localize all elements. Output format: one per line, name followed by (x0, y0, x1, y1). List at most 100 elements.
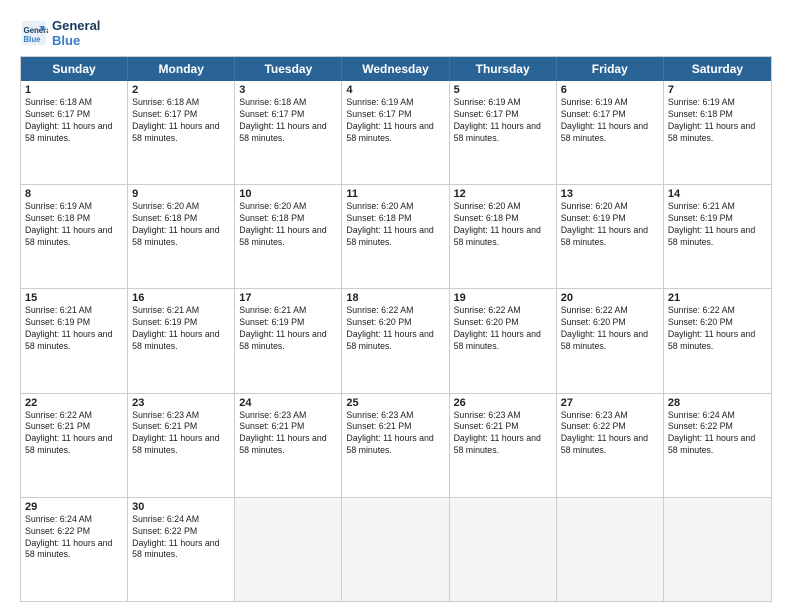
header-day-friday: Friday (557, 57, 664, 81)
calendar-cell: 12Sunrise: 6:20 AM Sunset: 6:18 PM Dayli… (450, 185, 557, 288)
day-number: 7 (668, 84, 767, 96)
day-number: 26 (454, 397, 552, 409)
calendar-cell: 28Sunrise: 6:24 AM Sunset: 6:22 PM Dayli… (664, 394, 771, 497)
cell-info: Sunrise: 6:24 AM Sunset: 6:22 PM Dayligh… (132, 514, 230, 562)
header: General Blue General Blue (20, 18, 772, 48)
day-number: 18 (346, 292, 444, 304)
day-number: 13 (561, 188, 659, 200)
cell-info: Sunrise: 6:24 AM Sunset: 6:22 PM Dayligh… (25, 514, 123, 562)
day-number: 10 (239, 188, 337, 200)
calendar-row: 15 Sunrise: 6:21 AM Sunset: 6:19 PM Dayli… (21, 288, 771, 392)
logo: General Blue General Blue (20, 18, 100, 48)
day-number: 22 (25, 397, 123, 409)
cell-info: Sunrise: 6:23 AM Sunset: 6:21 PM Dayligh… (239, 410, 337, 458)
calendar-cell: 30Sunrise: 6:24 AM Sunset: 6:22 PM Dayli… (128, 498, 235, 601)
calendar-cell (450, 498, 557, 601)
calendar-cell: 3Sunrise: 6:18 AM Sunset: 6:17 PM Daylig… (235, 81, 342, 184)
page: General Blue General Blue SundayMondayTu… (0, 0, 792, 612)
header-day-saturday: Saturday (664, 57, 771, 81)
cell-info: Sunrise: 6:23 AM Sunset: 6:22 PM Dayligh… (561, 410, 659, 458)
calendar-body: 1Sunrise: 6:18 AM Sunset: 6:17 PM Daylig… (21, 81, 771, 601)
cell-info: Sunrise: 6:22 AM Sunset: 6:20 PM Dayligh… (346, 305, 444, 353)
day-number: 2 (132, 84, 230, 96)
calendar-cell (342, 498, 449, 601)
cell-info: Sunrise: 6:20 AM Sunset: 6:19 PM Dayligh… (561, 201, 659, 249)
cell-info: Sunrise: 6:22 AM Sunset: 6:20 PM Dayligh… (454, 305, 552, 353)
calendar-row: 8Sunrise: 6:19 AM Sunset: 6:18 PM Daylig… (21, 184, 771, 288)
day-number: 17 (239, 292, 337, 304)
calendar-cell: 23Sunrise: 6:23 AM Sunset: 6:21 PM Dayli… (128, 394, 235, 497)
calendar: SundayMondayTuesdayWednesdayThursdayFrid… (20, 56, 772, 602)
calendar-row: 29Sunrise: 6:24 AM Sunset: 6:22 PM Dayli… (21, 497, 771, 601)
day-number: 4 (346, 84, 444, 96)
calendar-cell: 20Sunrise: 6:22 AM Sunset: 6:20 PM Dayli… (557, 289, 664, 392)
cell-info: Sunrise: 6:20 AM Sunset: 6:18 PM Dayligh… (346, 201, 444, 249)
calendar-cell: 5Sunrise: 6:19 AM Sunset: 6:17 PM Daylig… (450, 81, 557, 184)
header-day-tuesday: Tuesday (235, 57, 342, 81)
cell-info: Sunrise: 6:19 AM Sunset: 6:18 PM Dayligh… (25, 201, 123, 249)
cell-info: Sunrise: 6:22 AM Sunset: 6:20 PM Dayligh… (668, 305, 767, 353)
calendar-cell: 21Sunrise: 6:22 AM Sunset: 6:20 PM Dayli… (664, 289, 771, 392)
logo-text: General Blue (52, 18, 100, 48)
day-number: 1 (25, 84, 123, 96)
cell-info: Sunrise: 6:23 AM Sunset: 6:21 PM Dayligh… (132, 410, 230, 458)
calendar-cell (664, 498, 771, 601)
day-number: 30 (132, 501, 230, 513)
day-number: 23 (132, 397, 230, 409)
cell-info: Sunrise: 6:18 AM Sunset: 6:17 PM Dayligh… (239, 97, 337, 145)
calendar-cell: 19Sunrise: 6:22 AM Sunset: 6:20 PM Dayli… (450, 289, 557, 392)
calendar-header: SundayMondayTuesdayWednesdayThursdayFrid… (21, 57, 771, 81)
calendar-row: 1Sunrise: 6:18 AM Sunset: 6:17 PM Daylig… (21, 81, 771, 184)
cell-info: Sunrise: 6:22 AM Sunset: 6:21 PM Dayligh… (25, 410, 123, 458)
calendar-cell: 9Sunrise: 6:20 AM Sunset: 6:18 PM Daylig… (128, 185, 235, 288)
calendar-cell: 22Sunrise: 6:22 AM Sunset: 6:21 PM Dayli… (21, 394, 128, 497)
svg-text:Blue: Blue (24, 35, 42, 44)
calendar-cell: 15Sunrise: 6:21 AM Sunset: 6:19 PM Dayli… (21, 289, 128, 392)
calendar-cell: 8Sunrise: 6:19 AM Sunset: 6:18 PM Daylig… (21, 185, 128, 288)
calendar-cell: 14Sunrise: 6:21 AM Sunset: 6:19 PM Dayli… (664, 185, 771, 288)
cell-info: Sunrise: 6:20 AM Sunset: 6:18 PM Dayligh… (239, 201, 337, 249)
day-number: 9 (132, 188, 230, 200)
cell-info: Sunrise: 6:18 AM Sunset: 6:17 PM Dayligh… (132, 97, 230, 145)
calendar-cell: 27Sunrise: 6:23 AM Sunset: 6:22 PM Dayli… (557, 394, 664, 497)
day-number: 5 (454, 84, 552, 96)
calendar-cell: 25Sunrise: 6:23 AM Sunset: 6:21 PM Dayli… (342, 394, 449, 497)
header-day-wednesday: Wednesday (342, 57, 449, 81)
calendar-cell: 24Sunrise: 6:23 AM Sunset: 6:21 PM Dayli… (235, 394, 342, 497)
day-number: 25 (346, 397, 444, 409)
calendar-cell: 26Sunrise: 6:23 AM Sunset: 6:21 PM Dayli… (450, 394, 557, 497)
cell-info: Sunrise: 6:19 AM Sunset: 6:17 PM Dayligh… (454, 97, 552, 145)
day-number: 11 (346, 188, 444, 200)
calendar-cell: 13Sunrise: 6:20 AM Sunset: 6:19 PM Dayli… (557, 185, 664, 288)
cell-info: Sunrise: 6:19 AM Sunset: 6:17 PM Dayligh… (346, 97, 444, 145)
cell-info: Sunrise: 6:21 AM Sunset: 6:19 PM Dayligh… (239, 305, 337, 353)
day-number: 6 (561, 84, 659, 96)
day-number: 21 (668, 292, 767, 304)
header-day-thursday: Thursday (450, 57, 557, 81)
cell-info: Sunrise: 6:19 AM Sunset: 6:17 PM Dayligh… (561, 97, 659, 145)
cell-info: Sunrise: 6:18 AM Sunset: 6:17 PM Dayligh… (25, 97, 123, 145)
day-number: 20 (561, 292, 659, 304)
calendar-cell: 29Sunrise: 6:24 AM Sunset: 6:22 PM Dayli… (21, 498, 128, 601)
calendar-row: 22Sunrise: 6:22 AM Sunset: 6:21 PM Dayli… (21, 393, 771, 497)
day-number: 15 (25, 292, 123, 304)
calendar-cell: 11Sunrise: 6:20 AM Sunset: 6:18 PM Dayli… (342, 185, 449, 288)
cell-info: Sunrise: 6:24 AM Sunset: 6:22 PM Dayligh… (668, 410, 767, 458)
cell-info: Sunrise: 6:20 AM Sunset: 6:18 PM Dayligh… (454, 201, 552, 249)
calendar-cell: 4Sunrise: 6:19 AM Sunset: 6:17 PM Daylig… (342, 81, 449, 184)
cell-info: Sunrise: 6:23 AM Sunset: 6:21 PM Dayligh… (454, 410, 552, 458)
cell-info: Sunrise: 6:23 AM Sunset: 6:21 PM Dayligh… (346, 410, 444, 458)
cell-info: Sunrise: 6:22 AM Sunset: 6:20 PM Dayligh… (561, 305, 659, 353)
header-day-monday: Monday (128, 57, 235, 81)
cell-info: Sunrise: 6:20 AM Sunset: 6:18 PM Dayligh… (132, 201, 230, 249)
cell-info: Sunrise: 6:21 AM Sunset: 6:19 PM Dayligh… (132, 305, 230, 353)
day-number: 16 (132, 292, 230, 304)
day-number: 8 (25, 188, 123, 200)
calendar-cell: 2Sunrise: 6:18 AM Sunset: 6:17 PM Daylig… (128, 81, 235, 184)
day-number: 12 (454, 188, 552, 200)
calendar-cell: 16Sunrise: 6:21 AM Sunset: 6:19 PM Dayli… (128, 289, 235, 392)
calendar-cell (557, 498, 664, 601)
calendar-cell: 17Sunrise: 6:21 AM Sunset: 6:19 PM Dayli… (235, 289, 342, 392)
day-number: 24 (239, 397, 337, 409)
day-number: 27 (561, 397, 659, 409)
